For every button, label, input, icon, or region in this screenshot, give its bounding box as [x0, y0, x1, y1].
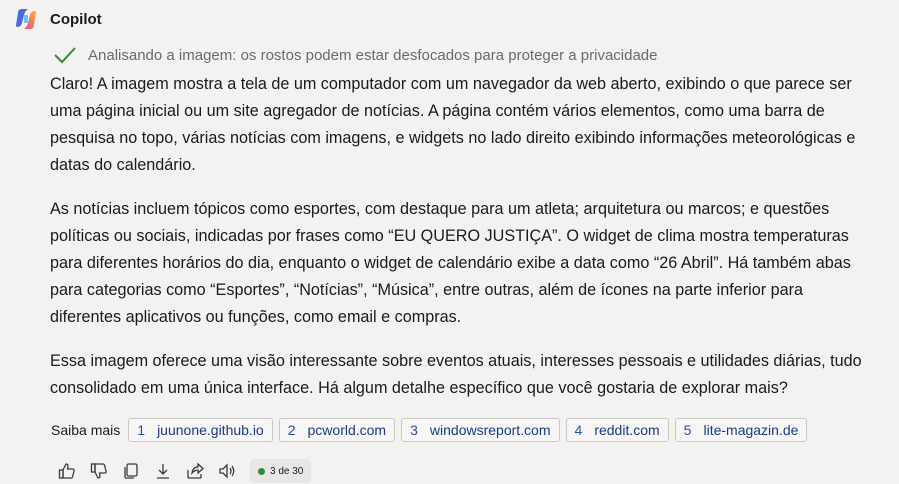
source-domain: lite-magazin.de: [703, 422, 799, 438]
counter-text: 3 de 30: [270, 465, 304, 477]
source-link-1[interactable]: 1 juunone.github.io: [128, 418, 273, 442]
source-link-2[interactable]: 2 pcworld.com: [278, 418, 396, 442]
status-text: Analisando a imagem: os rostos podem est…: [88, 46, 658, 64]
source-domain: juunone.github.io: [157, 422, 264, 438]
assistant-message: Claro! A imagem mostra a tela de um comp…: [50, 71, 870, 419]
source-domain: windowsreport.com: [429, 422, 551, 438]
checkmark-icon: [54, 47, 76, 64]
source-domain: pcworld.com: [307, 422, 387, 438]
source-number: 1: [137, 422, 146, 438]
copilot-logo-icon: [16, 9, 36, 29]
share-icon[interactable]: [184, 460, 206, 482]
copy-icon[interactable]: [120, 460, 142, 482]
speaker-icon[interactable]: [216, 460, 238, 482]
source-link-5[interactable]: 5 lite-magazin.de: [674, 418, 808, 442]
app-title: Copilot: [50, 10, 102, 28]
message-paragraph: Essa imagem oferece uma visão interessan…: [50, 352, 862, 397]
source-link-3[interactable]: 3 windowsreport.com: [401, 418, 560, 442]
sources-label: Saiba mais: [51, 422, 121, 438]
analysis-status: Analisando a imagem: os rostos podem est…: [52, 45, 658, 65]
message-paragraph: As notícias incluem tópicos como esporte…: [50, 200, 851, 326]
source-domain: reddit.com: [594, 422, 660, 438]
source-number: 3: [410, 422, 418, 438]
response-counter: 3 de 30: [250, 459, 312, 483]
source-link-4[interactable]: 4 reddit.com: [565, 418, 669, 442]
thumbs-up-icon[interactable]: [56, 460, 78, 482]
chat-header: Copilot: [14, 6, 102, 32]
source-number: 5: [683, 422, 692, 438]
source-number: 4: [574, 422, 583, 438]
status-dot-icon: [258, 467, 265, 475]
thumbs-down-icon[interactable]: [88, 460, 110, 482]
message-actions: 3 de 30: [56, 459, 312, 483]
message-paragraph: Claro! A imagem mostra a tela de um comp…: [50, 75, 856, 174]
sources-bar: Saiba mais 1 juunone.github.io 2 pcworld…: [51, 418, 813, 442]
download-icon[interactable]: [152, 460, 174, 482]
source-number: 2: [287, 422, 296, 438]
